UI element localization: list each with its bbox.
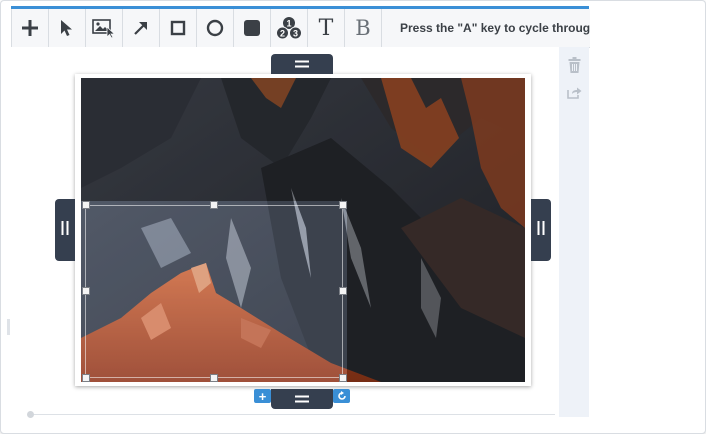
resize-handle-right[interactable] [339, 287, 347, 295]
drag-grip-icon [537, 220, 545, 240]
drag-grip-icon [295, 55, 309, 73]
crop-handle-right[interactable] [531, 199, 551, 261]
annotated-image[interactable] [81, 78, 525, 382]
scroll-indicator [7, 319, 10, 335]
step-number-3: 3 [293, 29, 298, 39]
rotate-icon [337, 389, 347, 404]
text-b-icon: B [355, 16, 371, 40]
side-panel [559, 47, 589, 417]
cursor-arrow-icon [60, 19, 74, 37]
toolbar-hint: Press the "A" key to cycle through annot… [400, 21, 590, 35]
drag-grip-icon [61, 220, 69, 240]
add-image-button[interactable]: + [254, 388, 271, 404]
image-select-tool-button[interactable] [86, 9, 123, 47]
plus-icon [21, 19, 39, 37]
resize-handle-top-right[interactable] [339, 201, 347, 209]
arrow-diagonal-icon [133, 20, 149, 36]
add-tool-button[interactable] [12, 9, 49, 47]
filled-rectangle-tool-button[interactable] [234, 9, 271, 47]
step-number-1: 1 [286, 19, 291, 29]
crop-handle-left[interactable] [55, 199, 75, 261]
rotate-button[interactable] [333, 389, 350, 403]
crop-handle-bottom[interactable] [271, 389, 333, 409]
resize-handle-top-left[interactable] [82, 201, 90, 209]
zoom-slider-track[interactable] [31, 414, 555, 415]
share-export-icon [566, 86, 582, 104]
resize-handle-left[interactable] [82, 287, 90, 295]
select-tool-button[interactable] [49, 9, 86, 47]
resize-handle-bottom-right[interactable] [339, 374, 347, 382]
text-tool-button[interactable]: T [308, 9, 345, 47]
resize-handle-bottom-left[interactable] [82, 374, 90, 382]
delete-button[interactable] [567, 56, 581, 78]
crop-handle-top[interactable] [271, 54, 333, 74]
zoom-slider-knob[interactable] [27, 411, 34, 418]
ellipse-tool-button[interactable] [197, 9, 234, 47]
square-outline-icon [170, 20, 186, 36]
drag-grip-icon [295, 390, 309, 408]
app-window: 1 2 3 T B Press the "A" key to cycle thr… [0, 0, 706, 434]
step-number-2: 2 [280, 29, 285, 39]
text-t-icon: T [318, 15, 334, 41]
square-filled-icon [243, 19, 261, 37]
image-cursor-icon [92, 18, 116, 38]
trash-icon [568, 56, 581, 78]
resize-handle-bottom[interactable] [210, 374, 218, 382]
plus-icon: + [258, 388, 267, 404]
bold-text-tool-button[interactable]: B [345, 9, 382, 47]
share-button[interactable] [566, 86, 582, 104]
arrow-tool-button[interactable] [123, 9, 160, 47]
mountain-image [81, 78, 525, 382]
circle-outline-icon [206, 19, 224, 37]
numbered-circles-icon: 1 2 3 [276, 16, 302, 40]
annotation-toolbar: 1 2 3 T B Press the "A" key to cycle thr… [11, 9, 590, 48]
numbered-steps-tool-button[interactable]: 1 2 3 [271, 9, 308, 47]
resize-handle-top[interactable] [210, 201, 218, 209]
rectangle-tool-button[interactable] [160, 9, 197, 47]
